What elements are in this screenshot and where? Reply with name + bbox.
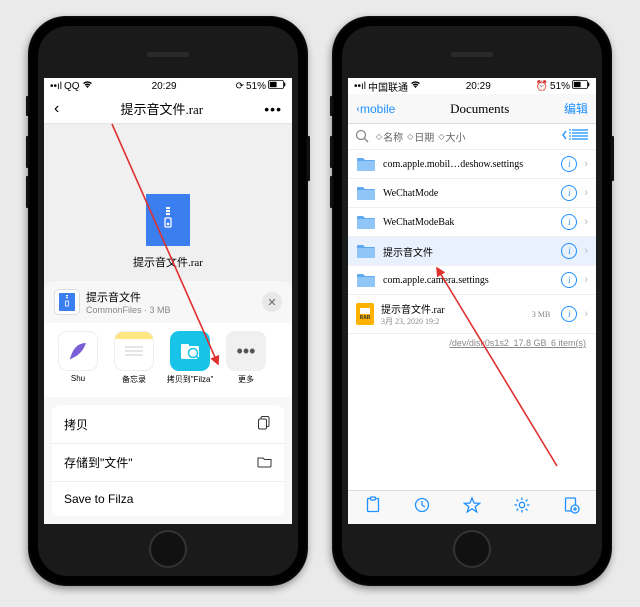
share-file-title: 提示音文件	[86, 289, 256, 305]
alarm-icon: ⏰	[536, 81, 548, 92]
carrier-label: QQ	[64, 81, 80, 92]
sort-date[interactable]: ◇日期	[407, 129, 434, 144]
file-thumb-icon	[54, 289, 80, 315]
share-app-notes[interactable]: 备忘录	[112, 331, 156, 385]
file-name: 提示音文件.rar	[381, 301, 525, 316]
feather-icon	[66, 339, 90, 363]
history-icon[interactable]	[413, 496, 431, 519]
wifi-icon	[82, 80, 93, 92]
back-button[interactable]: ‹	[54, 100, 59, 118]
folder-icon	[356, 214, 376, 230]
battery-text: 51%	[246, 81, 266, 92]
carrier-label: 中国联通	[368, 79, 408, 94]
action-save-filza[interactable]: Save to Filza	[52, 482, 284, 516]
loading-icon: ⟳	[236, 81, 244, 92]
search-icon[interactable]	[354, 128, 372, 146]
file-meta: 3月 23, 2020 19:2	[381, 316, 525, 327]
battery-icon	[268, 80, 286, 92]
file-row[interactable]: WeChatModeBak i ›	[348, 208, 596, 237]
folder-icon	[356, 185, 376, 201]
action-save-files[interactable]: 存储到"文件"	[52, 444, 284, 482]
wifi-icon	[410, 80, 421, 92]
share-sheet: 提示音文件 CommonFiles · 3 MB ✕ Shu	[44, 281, 292, 524]
copy-icon	[257, 415, 272, 433]
folder-icon	[356, 156, 376, 172]
folder-icon	[257, 455, 272, 471]
ellipsis-icon: •••	[237, 341, 256, 362]
sort-name[interactable]: ◇名称	[376, 129, 403, 144]
disk-info[interactable]: /dev/disk0s1s2 17.8 GB 6 item(s)	[348, 334, 596, 352]
status-bar: ••ıl 中国联通 20:29 ⏰ 51%	[348, 78, 596, 94]
notes-icon	[121, 344, 147, 358]
file-name: com.apple.camera.settings	[383, 275, 554, 286]
file-name: com.apple.mobil…deshow.settings	[383, 159, 554, 170]
file-row[interactable]: com.apple.mobil…deshow.settings i ›	[348, 150, 596, 179]
chevron-right-icon: ›	[584, 274, 588, 286]
new-file-icon[interactable]	[562, 496, 580, 519]
action-copy[interactable]: 拷贝	[52, 405, 284, 444]
folder-icon	[356, 272, 376, 288]
file-name: WeChatMode	[383, 188, 554, 199]
view-mode-button[interactable]	[562, 127, 590, 146]
info-button[interactable]: i	[561, 156, 577, 172]
chevron-right-icon: ›	[584, 187, 588, 199]
sort-toolbar: ◇名称 ◇日期 ◇大小	[348, 124, 596, 150]
info-button[interactable]: i	[561, 306, 577, 322]
bottom-toolbar	[348, 490, 596, 524]
file-row[interactable]: 提示音文件 i ›	[348, 237, 596, 266]
file-name: WeChatModeBak	[383, 217, 554, 228]
info-button[interactable]: i	[561, 214, 577, 230]
share-actions: 拷贝 存储到"文件" Save to Filza	[52, 405, 284, 516]
share-app-shu[interactable]: Shu	[56, 331, 100, 385]
clipboard-icon[interactable]	[364, 496, 382, 519]
file-list: com.apple.mobil…deshow.settingsi›WeChatM…	[348, 150, 596, 334]
star-icon[interactable]	[463, 496, 481, 519]
chevron-right-icon: ›	[584, 308, 588, 320]
share-file-subtitle: CommonFiles · 3 MB	[86, 305, 256, 315]
nav-bar: ‹ 提示音文件.rar •••	[44, 94, 292, 124]
share-app-more[interactable]: ••• 更多	[224, 331, 268, 385]
file-name-label: 提示音文件.rar	[133, 254, 203, 270]
signal-icon: ••ıl	[50, 81, 62, 92]
share-apps-row: Shu 备忘录 拷贝到"Filza"	[44, 323, 292, 397]
info-button[interactable]: i	[561, 243, 577, 259]
chevron-right-icon: ›	[584, 216, 588, 228]
filza-icon	[177, 338, 203, 364]
file-row[interactable]: WeChatMode i ›	[348, 179, 596, 208]
info-button[interactable]: i	[561, 185, 577, 201]
chevron-right-icon: ›	[584, 158, 588, 170]
folder-icon	[356, 243, 376, 259]
clock: 20:29	[152, 81, 177, 92]
file-name: 提示音文件	[383, 244, 554, 259]
signal-icon: ••ıl	[354, 81, 366, 92]
chevron-right-icon: ›	[584, 245, 588, 257]
more-button[interactable]: •••	[264, 101, 282, 117]
file-row[interactable]: com.apple.camera.settings i ›	[348, 266, 596, 295]
close-share-button[interactable]: ✕	[262, 292, 282, 312]
zip-file-icon	[146, 194, 190, 246]
status-bar: ••ıl QQ 20:29 ⟳ 51%	[44, 78, 292, 94]
gear-icon[interactable]	[513, 496, 531, 519]
share-app-filza[interactable]: 拷贝到"Filza"	[168, 331, 212, 385]
edit-button[interactable]: 编辑	[564, 100, 588, 117]
file-size: 3 MB	[532, 310, 550, 319]
home-button[interactable]	[453, 530, 491, 568]
battery-text: 51%	[550, 81, 570, 92]
info-button[interactable]: i	[561, 272, 577, 288]
clock: 20:29	[466, 81, 491, 92]
home-button[interactable]	[149, 530, 187, 568]
battery-icon	[572, 80, 590, 92]
page-title: 提示音文件.rar	[120, 99, 203, 118]
page-title: Documents	[450, 101, 509, 117]
file-row[interactable]: RAR 提示音文件.rar3月 23, 2020 19:2 3 MB i ›	[348, 295, 596, 334]
nav-bar: ‹ mobile Documents 编辑	[348, 94, 596, 124]
back-button[interactable]: ‹ mobile	[356, 101, 395, 116]
rar-file-icon: RAR	[356, 303, 374, 325]
sort-size[interactable]: ◇大小	[438, 129, 465, 144]
